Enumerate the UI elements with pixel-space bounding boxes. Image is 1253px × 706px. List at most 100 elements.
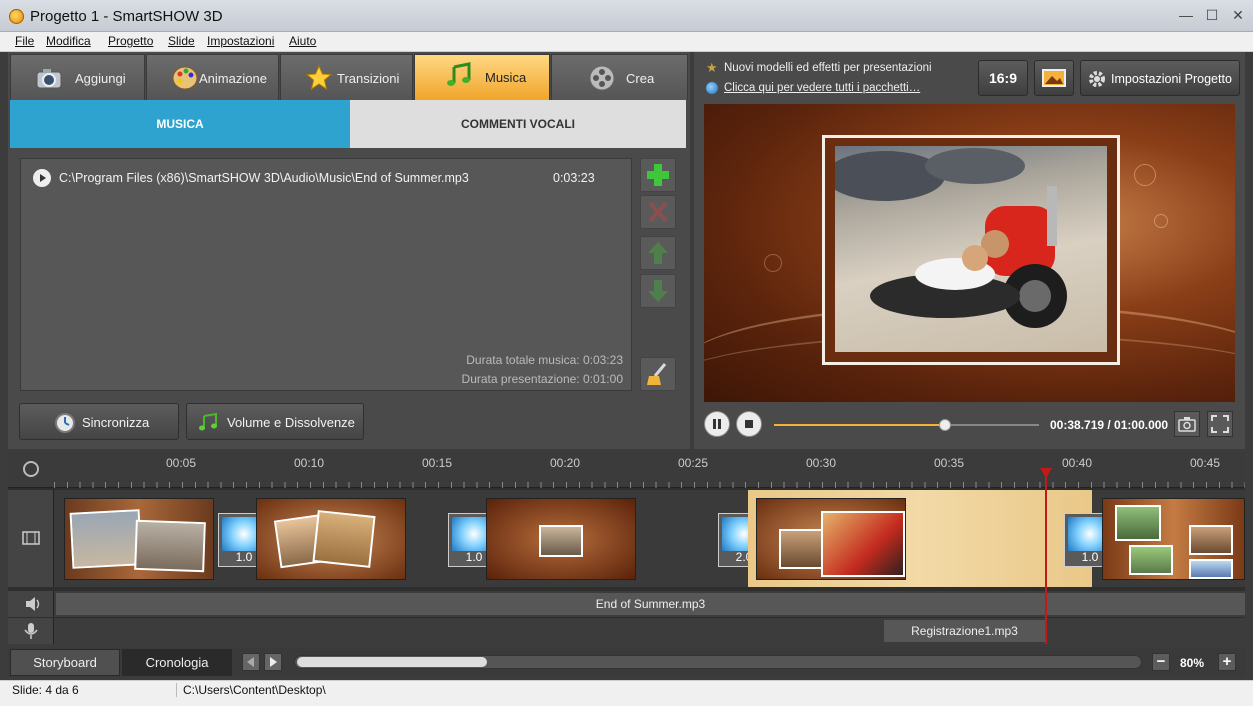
music-track-header <box>8 591 54 617</box>
tab-label: Animazione <box>199 71 267 86</box>
bottom-bar: Storyboard Cronologia − 80% + <box>8 647 1245 677</box>
title-bar: Progetto 1 - SmartSHOW 3D — ☐ ✕ <box>0 0 1253 32</box>
slide-clip-4[interactable] <box>756 498 906 580</box>
menu-aiuto[interactable]: Aiuto <box>289 34 316 48</box>
scroll-right-button[interactable] <box>264 653 282 671</box>
voice-track-header <box>8 618 54 644</box>
zoom-out-button[interactable]: − <box>1152 653 1170 671</box>
tab-label: Aggiungi <box>75 71 126 86</box>
music-clip[interactable]: End of Summer.mp3 <box>56 593 1245 615</box>
snapshot-button[interactable] <box>1174 411 1200 437</box>
music-list: C:\Program Files (x86)\SmartSHOW 3D\Audi… <box>20 158 632 391</box>
arrow-left-icon <box>247 657 254 667</box>
menu-slide[interactable]: Slide <box>168 34 195 48</box>
sync-button[interactable]: Sincronizza <box>19 403 179 440</box>
total-music-duration: Durata totale musica: 0:03:23 <box>466 353 623 367</box>
tab-label: Crea <box>626 71 655 86</box>
menu-progetto[interactable]: Progetto <box>108 34 153 48</box>
right-panel: ★ Nuovi modelli ed effetti per presentaz… <box>694 52 1245 449</box>
camera-icon <box>36 69 62 89</box>
background-button[interactable] <box>1034 60 1074 96</box>
aspect-ratio-button[interactable]: 16:9 <box>978 60 1028 96</box>
play-icon[interactable] <box>33 169 51 187</box>
promo-link[interactable]: Clicca qui per vedere tutti i pacchetti… <box>724 82 920 94</box>
volume-fade-label: Volume e Dissolvenze <box>227 415 355 430</box>
tab-transizioni[interactable]: Transizioni <box>280 54 413 100</box>
maximize-button[interactable]: ☐ <box>1202 6 1222 24</box>
seek-handle[interactable] <box>938 419 951 431</box>
close-button[interactable]: ✕ <box>1228 6 1248 24</box>
menu-impostazioni[interactable]: Impostazioni <box>207 34 274 48</box>
left-panel: Aggiungi Animazione Transizioni Musica C… <box>8 52 690 449</box>
clear-list-button[interactable] <box>640 357 676 391</box>
slide-clip-5[interactable] <box>1102 498 1245 580</box>
project-settings-button[interactable]: Impostazioni Progetto <box>1080 60 1240 96</box>
tab-cronologia[interactable]: Cronologia <box>122 649 232 676</box>
timecode: 00:38.719 / 01:00.000 <box>1050 418 1169 432</box>
tab-musica[interactable]: Musica <box>414 54 550 100</box>
menu-modifica[interactable]: Modifica <box>46 34 91 48</box>
tab-crea[interactable]: Crea <box>551 54 688 100</box>
voice-track: Registrazione1.mp3 <box>8 618 1245 644</box>
music-note-icon <box>447 62 471 86</box>
slide-clip-1[interactable] <box>64 498 214 580</box>
globe-icon <box>706 82 718 94</box>
status-bar: Slide: 4 da 6 C:\Users\Content\Desktop\ <box>0 680 1253 706</box>
seek-slider[interactable] <box>774 419 1039 431</box>
timeline: 00:05 00:10 00:15 00:20 00:25 00:30 00:3… <box>8 452 1245 644</box>
pause-button[interactable] <box>704 411 730 437</box>
subtab-musica[interactable]: MUSICA <box>10 100 350 148</box>
app-icon <box>9 9 24 24</box>
window-title: Progetto 1 - SmartSHOW 3D <box>30 8 223 25</box>
voice-clip[interactable]: Registrazione1.mp3 <box>884 620 1045 642</box>
speaker-icon <box>26 597 40 611</box>
music-path: C:\Program Files (x86)\SmartSHOW 3D\Audi… <box>59 171 469 185</box>
sync-label: Sincronizza <box>82 415 150 430</box>
scroll-left-button[interactable] <box>242 653 260 671</box>
slide-clip-2[interactable] <box>256 498 406 580</box>
slide-preview <box>704 104 1235 402</box>
film-reel-icon <box>589 65 615 91</box>
minimize-button[interactable]: — <box>1176 6 1196 24</box>
slide-clip-3[interactable] <box>486 498 636 580</box>
volume-fade-button[interactable]: Volume e Dissolvenze <box>186 403 364 440</box>
film-strip-icon <box>22 531 40 545</box>
arrow-right-icon <box>270 657 277 667</box>
clock-icon <box>23 461 39 477</box>
ruler-tick-label: 00:10 <box>293 456 325 470</box>
presentation-duration: Durata presentazione: 0:01:00 <box>461 372 623 386</box>
seek-fill <box>774 424 945 426</box>
move-up-button[interactable] <box>640 236 676 270</box>
ruler-scale: 00:05 00:10 00:15 00:20 00:25 00:30 00:3… <box>54 452 1245 488</box>
add-music-button[interactable] <box>640 158 676 192</box>
subtab-commenti-vocali[interactable]: COMMENTI VOCALI <box>350 100 686 148</box>
timeline-scrollbar[interactable] <box>294 655 1142 669</box>
music-track: End of Summer.mp3 <box>8 591 1245 617</box>
arrow-down-icon <box>648 280 668 302</box>
palette-icon <box>172 66 198 90</box>
delete-icon <box>648 201 668 223</box>
tab-animazione[interactable]: Animazione <box>146 54 279 100</box>
star-icon: ★ <box>706 60 718 75</box>
remove-music-button[interactable] <box>640 195 676 229</box>
zoom-in-button[interactable]: + <box>1218 653 1236 671</box>
ruler-tick-label: 00:30 <box>805 456 837 470</box>
ruler-tick-label: 00:25 <box>677 456 709 470</box>
promo-text: Nuovi modelli ed effetti per presentazio… <box>724 62 932 74</box>
stop-button[interactable] <box>736 411 762 437</box>
pause-icon <box>713 419 721 429</box>
photo-frame <box>822 135 1120 365</box>
menu-file[interactable]: File <box>15 34 34 48</box>
project-settings-label: Impostazioni Progetto <box>1111 72 1232 86</box>
tab-aggiungi[interactable]: Aggiungi <box>10 54 145 100</box>
fullscreen-button[interactable] <box>1207 411 1233 437</box>
time-ruler[interactable]: 00:05 00:10 00:15 00:20 00:25 00:30 00:3… <box>8 452 1245 488</box>
arrow-up-icon <box>648 242 668 264</box>
tab-storyboard[interactable]: Storyboard <box>10 649 120 676</box>
stop-icon <box>745 420 753 428</box>
player-controls: 00:38.719 / 01:00.000 <box>704 407 1235 443</box>
playhead[interactable] <box>1045 470 1047 644</box>
music-note-icon <box>199 412 217 431</box>
scrollbar-thumb[interactable] <box>297 657 487 667</box>
move-down-button[interactable] <box>640 274 676 308</box>
